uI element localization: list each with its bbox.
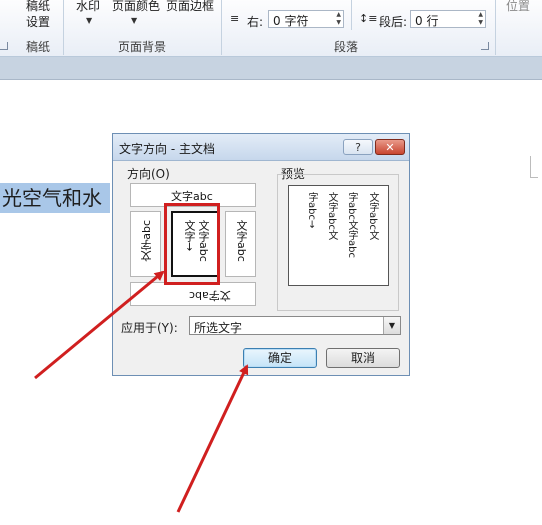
annotation-arrows [34,270,249,513]
arrow-to-ok-button [176,364,249,513]
arrow-to-option [34,270,165,380]
